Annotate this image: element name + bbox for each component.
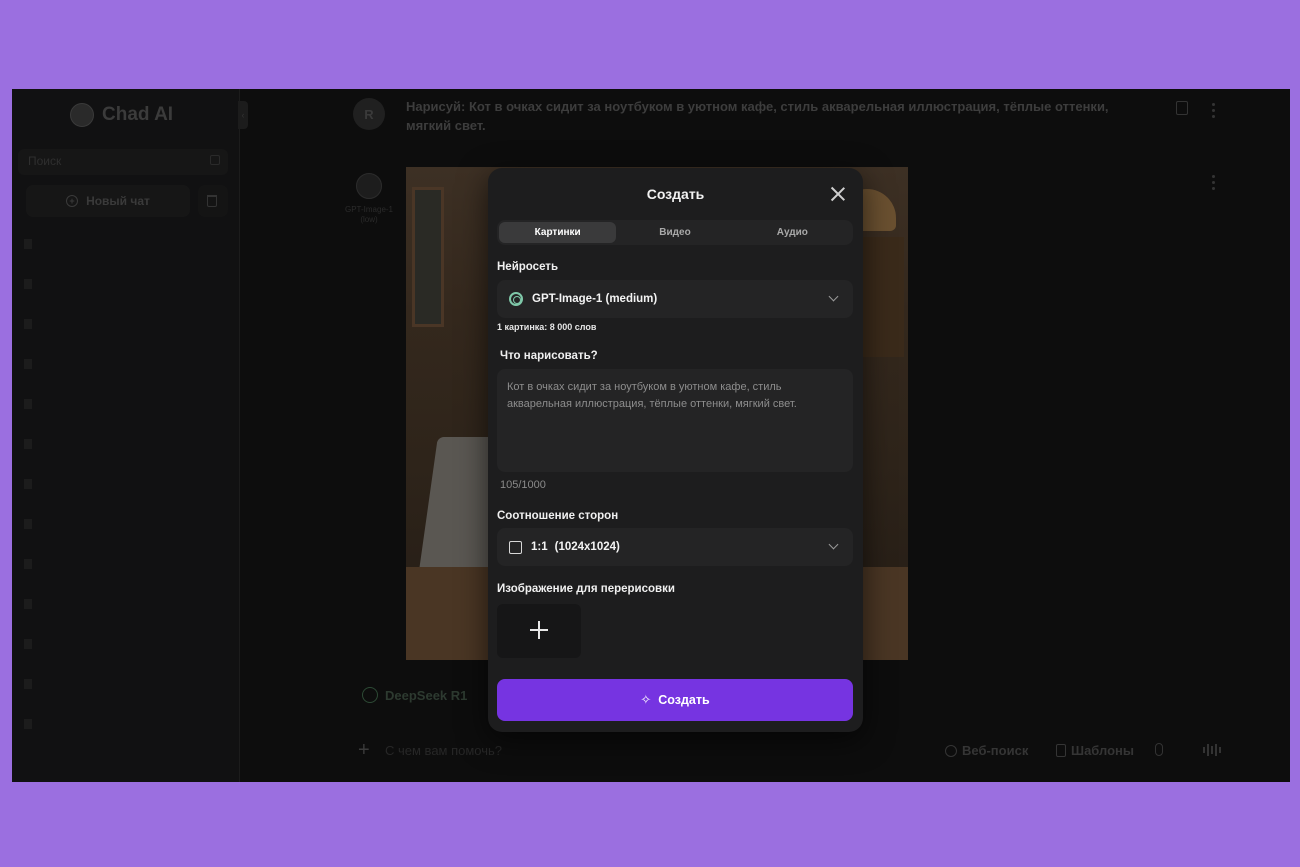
- list-item[interactable]: [24, 239, 32, 249]
- bot-model-label: GPT-Image-1 (low): [344, 205, 393, 224]
- model-name: DeepSeek R1: [385, 687, 468, 703]
- new-chat-label: Новый чат: [86, 194, 150, 208]
- list-item[interactable]: [24, 279, 32, 289]
- delete-chats-button[interactable]: [198, 185, 228, 217]
- more-options-icon[interactable]: [1212, 103, 1218, 121]
- modal-title: Создать: [646, 186, 705, 202]
- app-window: Chad AI Поиск + Новый чат ‹ R Нарисуй: К…: [12, 89, 1290, 782]
- list-item[interactable]: [24, 559, 32, 569]
- aspect-ratio-select[interactable]: 1:1 (1024x1024): [497, 528, 853, 566]
- chevron-down-icon: [828, 291, 839, 302]
- document-icon: [1056, 744, 1066, 757]
- list-item[interactable]: [24, 639, 32, 649]
- create-button[interactable]: ✧ Создать: [497, 679, 853, 721]
- list-item[interactable]: [24, 359, 32, 369]
- microphone-icon[interactable]: [1155, 743, 1163, 756]
- aspect-ratio-label: Соотношение сторон: [497, 510, 619, 522]
- chat-history-list: [24, 239, 32, 759]
- list-item[interactable]: [24, 319, 32, 329]
- search-shortcut-icon: [210, 155, 220, 165]
- char-counter: 105/1000: [500, 479, 546, 491]
- copy-icon[interactable]: [1176, 101, 1188, 115]
- list-item[interactable]: [24, 599, 32, 609]
- close-icon[interactable]: [828, 184, 848, 204]
- voice-wave-icon[interactable]: [1203, 744, 1221, 756]
- message-options-icon[interactable]: [1212, 175, 1218, 193]
- chat-input[interactable]: С чем вам помочь?: [385, 743, 502, 758]
- plus-icon: [530, 621, 548, 639]
- square-ratio-icon: [509, 540, 522, 554]
- model-selector[interactable]: DeepSeek R1: [362, 687, 467, 703]
- create-modal: Создать Картинки Видео Аудио Нейросеть G…: [488, 168, 863, 732]
- brand-name: Chad AI: [102, 104, 174, 125]
- list-item[interactable]: [24, 519, 32, 529]
- list-item[interactable]: [24, 399, 32, 409]
- model-selected-value: GPT-Image-1 (medium): [532, 293, 658, 305]
- brand-logo-icon: [70, 103, 94, 127]
- upload-image-button[interactable]: [497, 604, 581, 658]
- chevron-down-icon: [828, 539, 839, 550]
- plus-circle-icon: +: [66, 195, 79, 207]
- prompt-label: Что нарисовать?: [500, 350, 598, 362]
- trash-icon: [207, 195, 217, 207]
- search-icon: [945, 744, 957, 757]
- aspect-ratio-value: 1:1: [531, 541, 548, 553]
- list-item[interactable]: [24, 479, 32, 489]
- user-message: Нарисуй: Кот в очках сидит за ноутбуком …: [406, 99, 1109, 133]
- web-search-label: Веб-поиск: [962, 743, 1029, 758]
- create-button-label: Создать: [658, 693, 710, 707]
- redraw-image-label: Изображение для перерисовки: [497, 583, 675, 595]
- templates-label: Шаблоны: [1071, 743, 1134, 758]
- list-item[interactable]: [24, 719, 32, 729]
- tab-images[interactable]: Картинки: [499, 222, 617, 243]
- deepseek-icon: [362, 687, 378, 703]
- bot-avatar: [356, 173, 382, 199]
- media-type-tabs: Картинки Видео Аудио: [497, 220, 853, 245]
- list-item[interactable]: [24, 679, 32, 689]
- templates-button[interactable]: Шаблоны: [1056, 743, 1134, 758]
- prompt-textarea[interactable]: Кот в очках сидит за ноутбуком в уютном …: [497, 369, 853, 472]
- new-chat-button[interactable]: + Новый чат: [26, 185, 190, 217]
- model-select[interactable]: GPT-Image-1 (medium): [497, 280, 853, 318]
- attach-plus-icon[interactable]: +: [358, 740, 370, 760]
- user-avatar: R: [353, 98, 385, 130]
- brand[interactable]: Chad AI: [70, 103, 173, 127]
- list-item[interactable]: [24, 439, 32, 449]
- tab-audio[interactable]: Аудио: [734, 222, 851, 243]
- model-cost-hint: 1 картинка: 8 000 слов: [497, 322, 597, 332]
- openai-icon: [509, 292, 523, 306]
- web-search-button[interactable]: Веб-поиск: [945, 743, 1028, 758]
- image-window: [412, 187, 444, 327]
- sidebar: Chad AI Поиск + Новый чат: [12, 89, 240, 782]
- sparkle-icon: ✧: [640, 692, 652, 707]
- aspect-size-value: (1024x1024): [554, 541, 620, 553]
- search-placeholder: Поиск: [28, 154, 62, 168]
- model-section-label: Нейросеть: [497, 261, 559, 273]
- sidebar-collapse-button[interactable]: ‹: [238, 101, 248, 129]
- tab-video[interactable]: Видео: [616, 222, 733, 243]
- sidebar-search-input[interactable]: Поиск: [18, 149, 228, 175]
